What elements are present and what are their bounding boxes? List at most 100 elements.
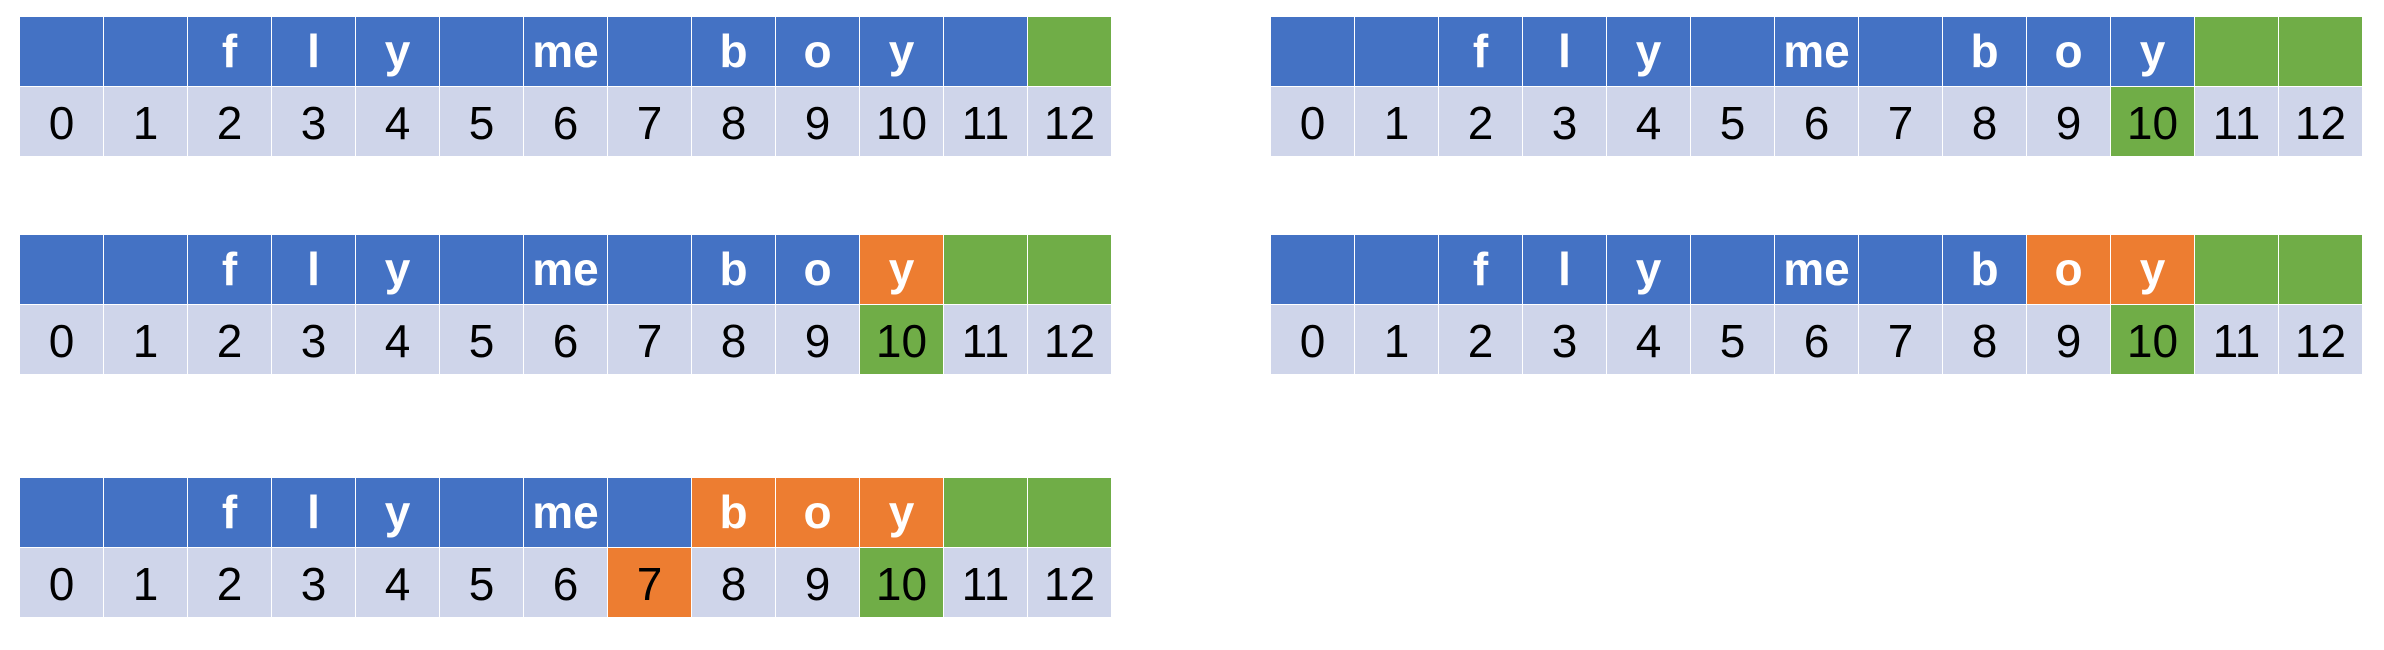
char-cell: l: [272, 478, 355, 547]
char-cell: [608, 17, 691, 86]
index-cell: 8: [692, 548, 775, 617]
char-cell: y: [356, 478, 439, 547]
char-cell: y: [356, 17, 439, 86]
index-cell: 2: [1439, 305, 1522, 374]
char-cell: o: [2027, 235, 2110, 304]
index-cell: 0: [20, 548, 103, 617]
index-cell: 1: [1355, 305, 1438, 374]
char-cell: [1271, 235, 1354, 304]
char-cell: f: [1439, 235, 1522, 304]
index-cell: 4: [1607, 87, 1690, 156]
index-cell: 9: [776, 87, 859, 156]
char-cell: me: [524, 235, 607, 304]
index-cell: 9: [776, 305, 859, 374]
index-cell: 5: [440, 87, 523, 156]
index-cell: 4: [356, 305, 439, 374]
char-cell: [1859, 235, 1942, 304]
char-cell: [104, 478, 187, 547]
char-cell: [1271, 17, 1354, 86]
char-cell: [2279, 17, 2362, 86]
index-row: 0 1 2 3 4 5 6 7 8 9 10 11 12: [1271, 87, 2362, 156]
index-cell: 3: [1523, 305, 1606, 374]
char-cell: b: [692, 478, 775, 547]
index-cell: 7: [608, 548, 691, 617]
index-cell: 4: [356, 548, 439, 617]
index-cell: 3: [272, 305, 355, 374]
char-row: f l y me b o y: [1271, 17, 2362, 86]
char-cell: y: [1607, 235, 1690, 304]
index-cell: 6: [1775, 87, 1858, 156]
char-cell: [440, 478, 523, 547]
index-cell: 5: [1691, 305, 1774, 374]
char-cell: [608, 235, 691, 304]
char-cell: b: [692, 235, 775, 304]
char-cell: [2195, 235, 2278, 304]
index-cell: 8: [1943, 305, 2026, 374]
index-cell: 1: [104, 548, 187, 617]
index-cell: 12: [1028, 87, 1111, 156]
char-cell: [1355, 235, 1438, 304]
char-cell: [20, 17, 103, 86]
index-cell: 1: [104, 87, 187, 156]
char-cell: f: [188, 478, 271, 547]
index-cell: 2: [188, 87, 271, 156]
index-row: 0 1 2 3 4 5 6 7 8 9 10 11 12: [20, 548, 1111, 617]
char-cell: f: [188, 17, 271, 86]
index-row: 0 1 2 3 4 5 6 7 8 9 10 11 12: [20, 87, 1111, 156]
index-cell: 8: [692, 87, 775, 156]
char-cell: [20, 235, 103, 304]
index-cell: 9: [776, 548, 859, 617]
char-cell: [1691, 17, 1774, 86]
index-cell: 11: [944, 305, 1027, 374]
index-cell: 7: [608, 87, 691, 156]
index-cell: 5: [1691, 87, 1774, 156]
char-cell: y: [1607, 17, 1690, 86]
index-cell: 1: [104, 305, 187, 374]
char-cell: f: [188, 235, 271, 304]
index-cell: 0: [20, 305, 103, 374]
char-cell: [608, 478, 691, 547]
index-cell: 3: [272, 87, 355, 156]
index-cell: 7: [1859, 87, 1942, 156]
char-cell: me: [524, 17, 607, 86]
char-cell: y: [860, 235, 943, 304]
index-cell: 11: [944, 87, 1027, 156]
char-cell: b: [692, 17, 775, 86]
index-cell: 11: [2195, 305, 2278, 374]
index-cell: 3: [1523, 87, 1606, 156]
index-cell: 2: [188, 305, 271, 374]
index-cell: 10: [860, 548, 943, 617]
char-cell: l: [272, 17, 355, 86]
index-cell: 4: [356, 87, 439, 156]
char-cell: [1028, 235, 1111, 304]
char-cell: y: [2111, 17, 2194, 86]
char-cell: [944, 478, 1027, 547]
index-row: 0 1 2 3 4 5 6 7 8 9 10 11 12: [20, 305, 1111, 374]
char-cell: o: [776, 17, 859, 86]
char-cell: [440, 17, 523, 86]
index-cell: 1: [1355, 87, 1438, 156]
array-diagram-step-5: f l y me b o y 0 1 2 3 4 5 6 7 8 9 10 11 12: [20, 478, 1111, 617]
char-cell: [944, 235, 1027, 304]
char-cell: [1859, 17, 1942, 86]
char-cell: b: [1943, 17, 2026, 86]
char-cell: y: [2111, 235, 2194, 304]
index-cell: 12: [1028, 305, 1111, 374]
index-cell: 12: [1028, 548, 1111, 617]
char-row: f l y me b o y: [1271, 235, 2362, 304]
index-cell: 0: [1271, 87, 1354, 156]
index-cell: 4: [1607, 305, 1690, 374]
index-cell: 10: [860, 87, 943, 156]
index-cell: 5: [440, 305, 523, 374]
index-row: 0 1 2 3 4 5 6 7 8 9 10 11 12: [1271, 305, 2362, 374]
char-cell: [1355, 17, 1438, 86]
index-cell: 6: [524, 87, 607, 156]
char-cell: [440, 235, 523, 304]
char-cell: o: [776, 235, 859, 304]
char-cell: b: [1943, 235, 2026, 304]
char-cell: y: [860, 478, 943, 547]
char-cell: l: [1523, 17, 1606, 86]
index-cell: 2: [1439, 87, 1522, 156]
char-cell: l: [1523, 235, 1606, 304]
index-cell: 12: [2279, 305, 2362, 374]
